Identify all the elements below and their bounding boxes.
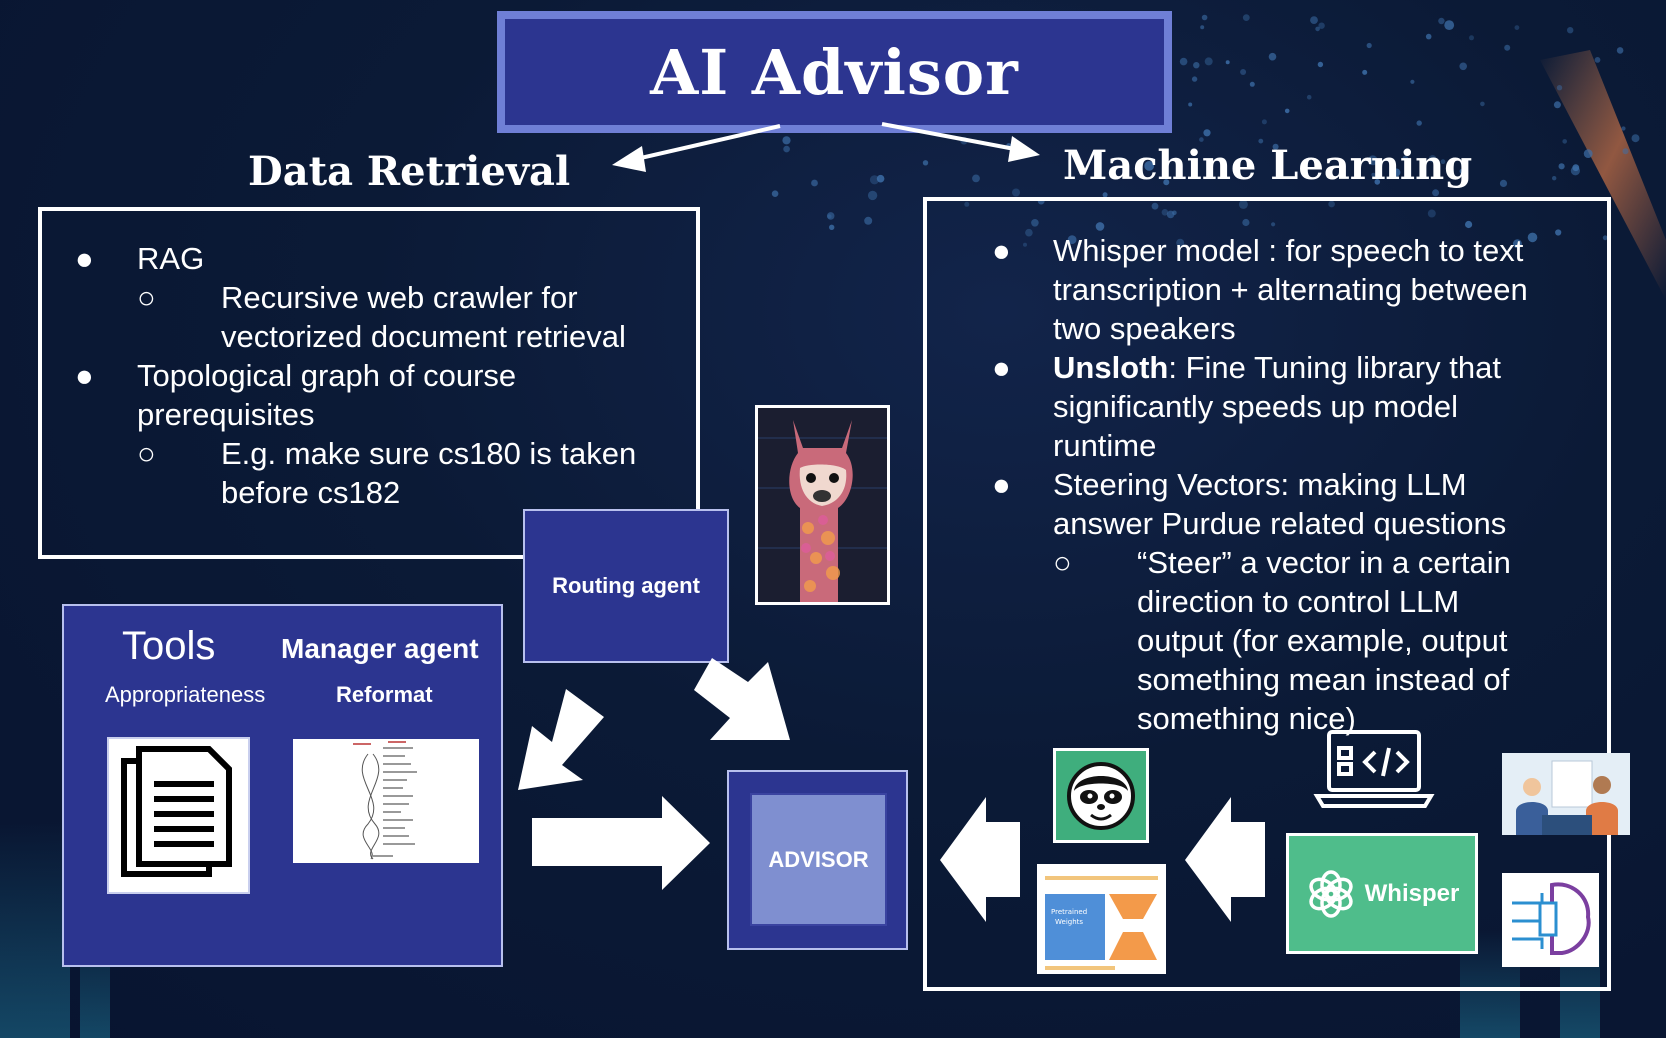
svg-text:Weights: Weights bbox=[1055, 918, 1083, 926]
whisper-box: Whisper bbox=[1286, 833, 1478, 954]
arrow-routing-to-tools bbox=[518, 689, 604, 790]
people-meeting-image bbox=[1502, 753, 1630, 835]
brain-circuit-icon bbox=[1502, 873, 1599, 967]
arrow-whisper-to-lora bbox=[1185, 797, 1265, 922]
arrow-routing-to-advisor bbox=[694, 658, 790, 740]
svg-text:Pretrained: Pretrained bbox=[1051, 908, 1087, 916]
openai-logo bbox=[1308, 869, 1353, 918]
arrow-lora-to-advisor bbox=[940, 797, 1020, 922]
lora-diagram: Pretrained Weights bbox=[1037, 864, 1166, 974]
whisper-label: Whisper bbox=[1364, 879, 1460, 907]
laptop-code-icon bbox=[1313, 728, 1435, 810]
arrow-tools-to-advisor bbox=[532, 796, 710, 890]
sloth-icon bbox=[1053, 748, 1149, 843]
